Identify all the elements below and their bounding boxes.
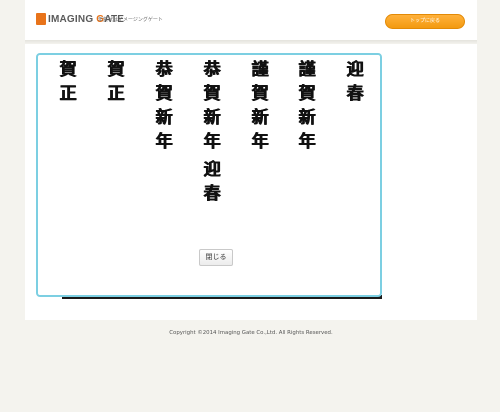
greeting-column: 迎春: [344, 58, 366, 106]
greeting-char: 謹: [298, 60, 316, 80]
greeting-char: 正: [59, 84, 77, 104]
greeting-char: 年: [298, 132, 316, 152]
greeting-char: 年: [251, 132, 269, 152]
greeting-char: 年: [155, 132, 173, 152]
greeting-char: 賀: [59, 60, 77, 80]
greeting-char: 新: [155, 108, 173, 128]
site-tagline: 年賀状はイメージングゲート: [98, 17, 163, 23]
greeting-column: 賀正: [57, 58, 79, 106]
greeting-char: 恭: [203, 60, 221, 80]
greeting-column: 謹賀新年: [296, 58, 318, 154]
greeting-column: 恭賀新年: [153, 58, 175, 154]
greeting-char: 恭: [155, 60, 173, 80]
greeting-column: 恭賀新年迎春: [201, 58, 223, 206]
greeting-column: 謹賀新年: [249, 58, 271, 154]
greeting-char: 新: [203, 108, 221, 128]
greeting-char: 新: [298, 108, 316, 128]
greeting-char: 賀: [203, 84, 221, 104]
greeting-column: 賀正: [105, 58, 127, 106]
greeting-char: 年: [203, 132, 221, 152]
close-button[interactable]: 閉じる: [199, 249, 233, 266]
greeting-char: 迎: [203, 160, 221, 180]
greeting-char: 賀: [107, 60, 125, 80]
greeting-char: 迎: [346, 60, 364, 80]
greeting-char: 春: [203, 184, 221, 204]
greeting-char: 謹: [251, 60, 269, 80]
logo-mark-icon: [36, 13, 46, 25]
greeting-char: 正: [107, 84, 125, 104]
greeting-char: 新: [251, 108, 269, 128]
greeting-char: 春: [346, 84, 364, 104]
greeting-char: 賀: [251, 84, 269, 104]
greeting-char: 賀: [155, 84, 173, 104]
greeting-char: 賀: [298, 84, 316, 104]
logo-word-1: MAGING: [50, 13, 97, 25]
back-to-top-button[interactable]: トップに戻る: [385, 14, 465, 29]
footer-copyright: Copyright ©2014 Imaging Gate Co.,Ltd. Al…: [169, 330, 333, 336]
